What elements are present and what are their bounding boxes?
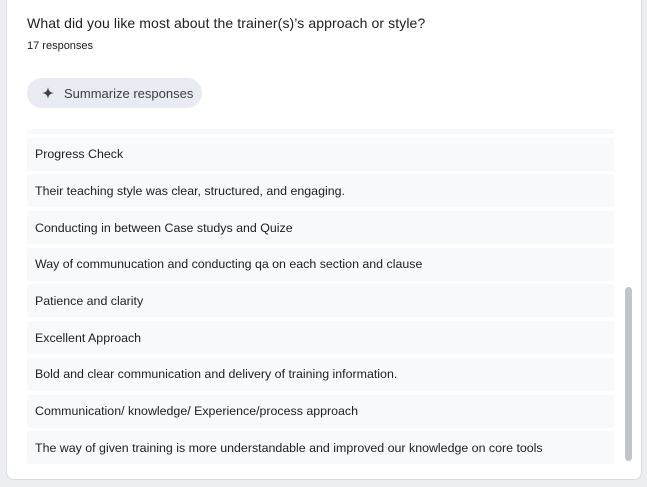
response-item: Their teaching style was clear, structur… [27, 174, 614, 208]
response-count: 17 responses [27, 40, 94, 52]
responses-scrollbar[interactable] [625, 287, 632, 461]
response-item: Excellent Approach [27, 321, 614, 355]
response-item: Way of communucation and conducting qa o… [27, 247, 614, 281]
response-item: Communication/ knowledge/ Experience/pro… [27, 394, 614, 428]
response-item: Progress Check [27, 137, 614, 171]
summarize-responses-label: Summarize responses [64, 85, 194, 101]
responses-list-viewport: Progress Check Their teaching style was … [27, 129, 614, 465]
response-item: Patience and clarity [27, 284, 614, 318]
response-list: Progress Check Their teaching style was … [27, 129, 614, 465]
response-item [27, 129, 614, 134]
response-item: The way of given training is more unders… [27, 431, 614, 465]
response-item: Bold and clear communication and deliver… [27, 357, 614, 391]
response-item: Conducting in between Case studys and Qu… [27, 211, 614, 245]
summarize-responses-button[interactable]: Summarize responses [27, 78, 202, 108]
sparkle-icon [42, 87, 54, 99]
question-summary-card: What did you like most about the trainer… [6, 0, 642, 480]
question-title: What did you like most about the trainer… [27, 15, 426, 31]
